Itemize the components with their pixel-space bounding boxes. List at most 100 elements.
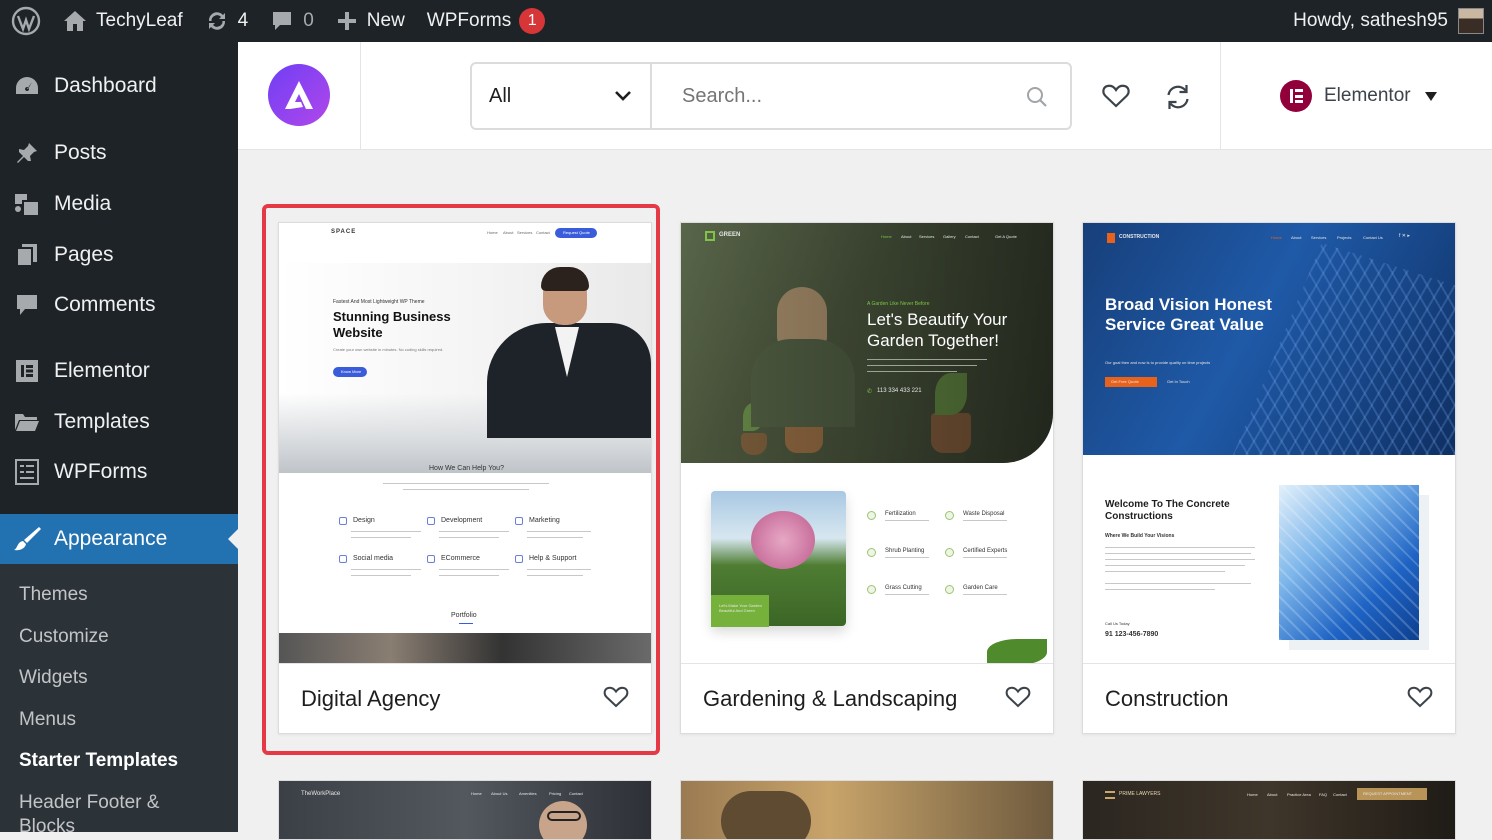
preview-nav: Contact <box>569 791 583 796</box>
updates-count: 4 <box>237 10 249 31</box>
preview-cta: Get A Quote <box>995 234 1017 239</box>
brush-icon <box>14 527 41 551</box>
avatar <box>1458 8 1484 34</box>
preview-text-line <box>867 371 957 372</box>
template-preview[interactable]: GREEN Home About Services Gallery Contac… <box>681 223 1053 663</box>
template-card-construction[interactable]: CONSTRUCTION Home About Services Project… <box>1082 222 1456 734</box>
template-card-gardening[interactable]: GREEN Home About Services Gallery Contac… <box>680 222 1054 734</box>
header-divider <box>1220 42 1221 149</box>
submenu-themes[interactable]: Themes <box>19 583 88 607</box>
preview-text-line <box>963 520 1007 521</box>
preview-leaf <box>987 639 1047 663</box>
favorite-heart-icon[interactable] <box>1407 686 1433 708</box>
preview-text-line <box>1105 553 1251 554</box>
card-title[interactable]: Construction <box>1105 686 1229 712</box>
wpforms-badge: 1 <box>519 8 546 34</box>
sidebar-item-posts[interactable]: Posts <box>0 130 238 176</box>
preview-brand: GREEN <box>719 232 741 238</box>
preview-heading: Let's Beautify Your Garden Together! <box>867 310 1008 350</box>
sidebar-item-dashboard[interactable]: Dashboard <box>0 63 238 109</box>
category-select[interactable]: All <box>472 64 652 128</box>
card-footer: Gardening & Landscaping <box>681 663 1053 733</box>
new-content-link[interactable]: New <box>325 0 416 42</box>
preview-text-line <box>885 557 929 558</box>
submenu-customize[interactable]: Customize <box>19 625 109 649</box>
preview-tree <box>751 511 815 569</box>
template-preview[interactable]: CONSTRUCTION Home About Services Project… <box>1083 223 1455 663</box>
leaf-logo-icon <box>705 231 715 241</box>
phone-icon: ✆ <box>867 389 873 395</box>
appearance-submenu: Themes Customize Widgets Menus Starter T… <box>0 564 238 837</box>
sidebar-item-label: Elementor <box>54 359 150 382</box>
preview-nav: Contact <box>1333 792 1347 797</box>
template-card-workplace[interactable]: TheWorkPlace Home About Us Amenities Pri… <box>278 780 652 840</box>
preview-nav: Gallery <box>943 234 956 239</box>
comments-link[interactable]: 0 <box>259 0 325 42</box>
preview-nav: Home <box>881 234 892 239</box>
preview-cta-label: REQUEST APPOINTMENT <box>1363 791 1413 796</box>
preview-nav: Home <box>1271 235 1282 240</box>
submenu-menus[interactable]: Menus <box>19 708 76 732</box>
account-menu[interactable]: Howdy, sathesh95 <box>1282 0 1484 42</box>
wpforms-link[interactable]: WPForms 1 <box>416 0 556 42</box>
sidebar-item-appearance[interactable]: Appearance <box>0 514 238 564</box>
sidebar-item-label: Comments <box>54 293 156 316</box>
starter-templates-header: All Elementor <box>238 42 1492 150</box>
favorites-heart-icon[interactable] <box>1102 84 1130 108</box>
preview-text-line <box>885 594 929 595</box>
sidebar-item-templates[interactable]: Templates <box>0 399 238 445</box>
preview-brand: CONSTRUCTION <box>1119 234 1160 240</box>
comment-icon <box>273 12 292 30</box>
preview-feature: Waste Disposal <box>963 511 1005 517</box>
updates-link[interactable]: 4 <box>194 0 260 42</box>
refresh-icon <box>208 12 225 30</box>
preview-brand: TheWorkPlace <box>301 791 341 797</box>
wordpress-logo-button[interactable] <box>0 0 52 42</box>
preview-phone: 91 123-456-7890 <box>1105 631 1159 638</box>
sidebar-item-label: Dashboard <box>54 74 157 97</box>
sidebar-item-label: Media <box>54 192 112 215</box>
preview-nav: Services <box>1311 235 1327 240</box>
sidebar-item-comments[interactable]: Comments <box>0 282 238 328</box>
preview-button-secondary-label: Get In Touch <box>1167 379 1190 384</box>
preview-glasses <box>547 811 581 821</box>
preview-feature-icon <box>867 548 876 557</box>
preview-tag-text: Let's Make Your Garden Beautiful And Gre… <box>719 603 762 613</box>
preview-nav: Practice Area <box>1287 792 1311 797</box>
preview-feature: Fertilization <box>885 511 916 517</box>
card-title[interactable]: Gardening & Landscaping <box>703 686 957 712</box>
preview-phone: 113 334 433 221 <box>877 388 922 394</box>
submenu-widgets[interactable]: Widgets <box>19 666 88 690</box>
preview-feature-icon <box>867 585 876 594</box>
dashboard-icon <box>16 77 38 94</box>
site-name-link[interactable]: TechyLeaf <box>52 0 194 42</box>
pages-icon <box>16 244 37 267</box>
template-card-lawyers[interactable]: PRIME LAWYERS Home About Practice Area F… <box>1082 780 1456 840</box>
search-input[interactable] <box>654 64 1034 128</box>
astra-logo[interactable] <box>268 64 330 126</box>
search-icon[interactable] <box>1026 86 1048 108</box>
preview-feature: Garden Care <box>963 585 998 591</box>
preview-text-line <box>1105 571 1225 572</box>
preview-nav: Amenities <box>519 791 537 796</box>
preview-text-line <box>963 594 1007 595</box>
sync-icon[interactable] <box>1164 83 1192 111</box>
sidebar-item-pages[interactable]: Pages <box>0 232 238 278</box>
pillar-logo-icon <box>1105 791 1115 799</box>
sidebar-item-label: Posts <box>54 141 107 164</box>
page-builder-select[interactable]: Elementor <box>1280 80 1437 112</box>
preview-nav: Contact <box>965 234 979 239</box>
preview-text-line <box>1105 559 1255 560</box>
wpforms-label: WPForms <box>426 10 512 31</box>
template-card-outdoor[interactable] <box>680 780 1054 840</box>
elementor-logo-icon <box>1280 80 1312 112</box>
sidebar-item-wpforms[interactable]: WPForms <box>0 449 238 495</box>
sidebar-item-media[interactable]: Media <box>0 181 238 227</box>
builder-label: Elementor <box>1324 85 1411 106</box>
favorite-heart-icon[interactable] <box>1005 686 1031 708</box>
submenu-starter-templates[interactable]: Starter Templates <box>19 749 178 773</box>
preview-text-line <box>1105 589 1215 590</box>
preview-brand: PRIME LAWYERS <box>1119 791 1161 797</box>
sidebar-item-elementor[interactable]: Elementor <box>0 348 238 394</box>
plus-icon <box>337 12 356 30</box>
